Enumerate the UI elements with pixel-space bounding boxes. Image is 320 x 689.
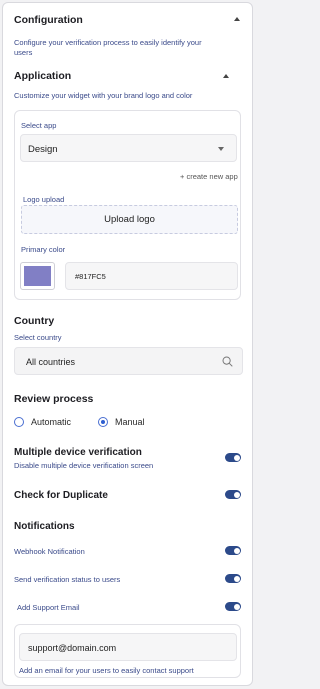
create-new-app-link[interactable]: + create new app xyxy=(180,172,238,181)
webhook-notification-label: Webhook Notification xyxy=(14,547,85,556)
check-duplicate-title: Check for Duplicate xyxy=(14,490,108,501)
select-app-dropdown[interactable]: Design xyxy=(20,134,237,162)
support-email-card: support@domain.com Add an email for your… xyxy=(14,624,241,678)
support-email-value: support@domain.com xyxy=(28,643,117,653)
configuration-description: Configure your verification process to e… xyxy=(14,38,244,58)
send-status-toggle[interactable] xyxy=(225,574,241,583)
add-support-email-toggle[interactable] xyxy=(225,602,241,611)
notifications-title: Notifications xyxy=(14,521,75,532)
configuration-description-line2: users xyxy=(14,48,33,57)
radio-manual-label[interactable]: Manual xyxy=(115,417,145,427)
country-value: All countries xyxy=(26,357,76,367)
review-process-title: Review process xyxy=(14,393,94,405)
country-search-field[interactable]: All countries xyxy=(14,347,243,375)
webhook-notification-toggle[interactable] xyxy=(225,546,241,555)
check-duplicate-toggle[interactable] xyxy=(225,490,241,499)
application-card: Select app Design + create new app Logo … xyxy=(14,110,241,300)
radio-automatic-label[interactable]: Automatic xyxy=(31,417,71,427)
select-country-label: Select country xyxy=(14,333,62,342)
primary-color-input[interactable]: #817FC5 xyxy=(65,262,238,290)
radio-automatic[interactable] xyxy=(14,417,24,427)
configuration-description-line1: Configure your verification process to e… xyxy=(14,38,202,47)
application-title: Application xyxy=(14,70,72,82)
country-title: Country xyxy=(14,315,55,327)
multiple-device-description: Disable multiple device verification scr… xyxy=(14,461,154,470)
multiple-device-title: Multiple device verification xyxy=(14,447,142,458)
select-app-label: Select app xyxy=(21,121,57,130)
primary-color-label: Primary color xyxy=(21,245,66,254)
logo-upload-label: Logo upload xyxy=(23,195,65,204)
support-email-input[interactable]: support@domain.com xyxy=(19,633,237,661)
collapse-configuration-caret-icon[interactable] xyxy=(234,17,240,21)
search-icon[interactable] xyxy=(222,356,233,367)
chevron-down-icon xyxy=(218,147,224,151)
support-email-help: Add an email for your users to easily co… xyxy=(19,666,194,675)
multiple-device-toggle[interactable] xyxy=(225,453,241,462)
application-description: Customize your widget with your brand lo… xyxy=(14,91,193,100)
collapse-application-caret-icon[interactable] xyxy=(223,74,229,78)
add-support-email-label: Add Support Email xyxy=(17,603,80,612)
select-app-value: Design xyxy=(28,144,58,155)
configuration-panel: Configuration Configure your verificatio… xyxy=(2,2,253,686)
primary-color-swatch-picker[interactable] xyxy=(20,262,55,290)
upload-logo-button[interactable]: Upload logo xyxy=(21,205,238,234)
send-status-label: Send verification status to users xyxy=(14,575,121,584)
primary-color-value: #817FC5 xyxy=(75,272,106,281)
radio-manual[interactable] xyxy=(98,417,108,427)
primary-color-swatch xyxy=(24,266,51,286)
configuration-title: Configuration xyxy=(14,14,83,26)
